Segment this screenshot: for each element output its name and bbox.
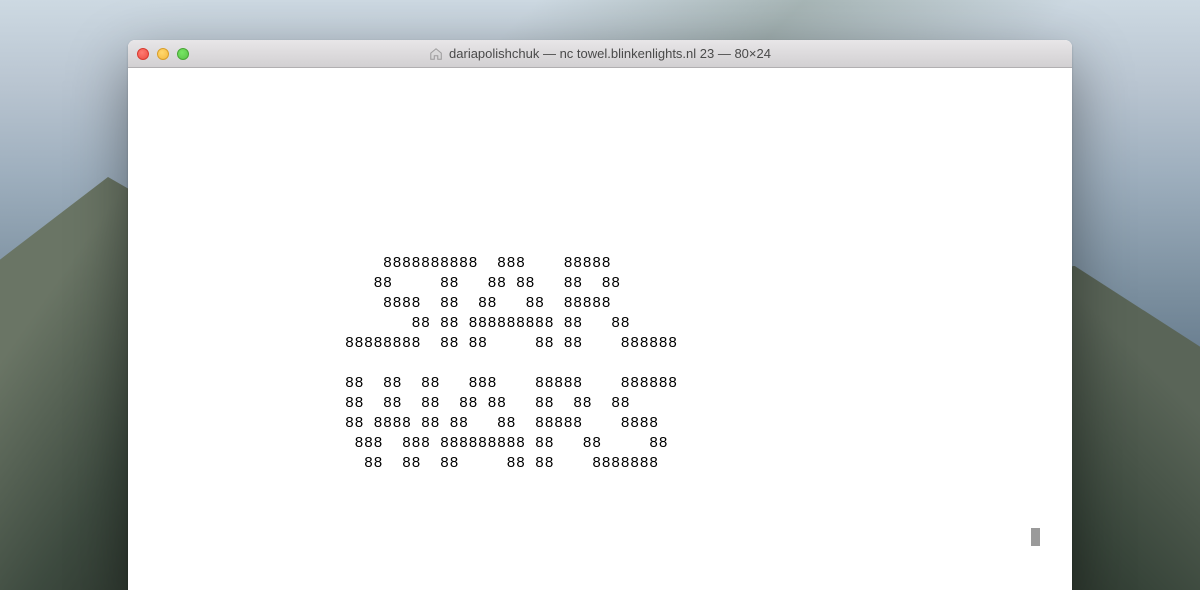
terminal-line: 8888888888 888 88888 [136,255,611,272]
maximize-button[interactable] [177,48,189,60]
window-title: dariapolishchuk — nc towel.blinkenlights… [449,46,771,61]
terminal-cursor [1031,528,1040,546]
terminal-line: 88888888 88 88 88 88 888888 [136,335,678,352]
terminal-line: 88 88 88 88 88 88 88 88 [136,395,630,412]
window-titlebar[interactable]: dariapolishchuk — nc towel.blinkenlights… [128,40,1072,68]
terminal-line: 88 8888 88 88 88 88888 8888 [136,415,659,432]
terminal-line: 888 888 888888888 88 88 88 [136,435,668,452]
home-icon [429,47,443,61]
terminal-line: 88 88 888888888 88 88 [136,315,630,332]
close-button[interactable] [137,48,149,60]
traffic-lights [137,48,189,60]
terminal-output[interactable]: 8888888888 888 88888 88 88 88 88 88 88 8… [128,68,1072,590]
terminal-line: 88 88 88 88 88 88 [136,275,621,292]
terminal-line: 88 88 88 888 88888 888888 [136,375,678,392]
window-title-group: dariapolishchuk — nc towel.blinkenlights… [429,46,771,61]
terminal-line: 8888 88 88 88 88888 [136,295,611,312]
terminal-window: dariapolishchuk — nc towel.blinkenlights… [128,40,1072,590]
terminal-line: 88 88 88 88 88 8888888 [136,455,659,472]
minimize-button[interactable] [157,48,169,60]
